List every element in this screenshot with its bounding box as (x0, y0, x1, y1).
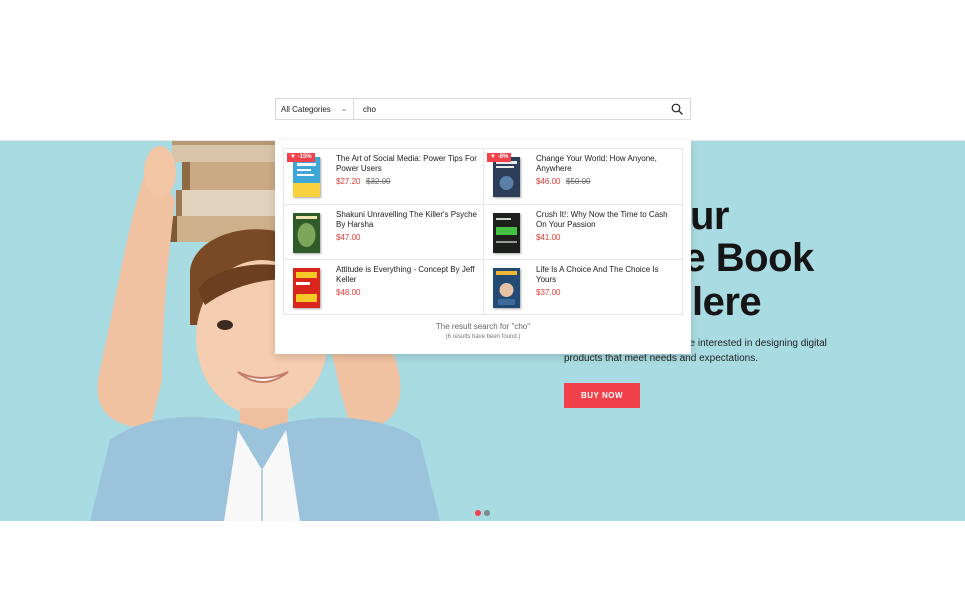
result-title: Attitude is Everything - Concept By Jeff… (336, 265, 475, 284)
search-icon (671, 103, 683, 115)
book-cover-image (493, 213, 520, 253)
buy-now-button[interactable]: BUY NOW (564, 383, 640, 408)
hero-title-line-3: lere (692, 280, 762, 324)
results-grid: ▼ -15% The Art of Social Media: Power Ti… (283, 148, 683, 315)
result-price: $41.00 (536, 233, 561, 242)
book-stack-image (170, 140, 290, 242)
slider-dot[interactable] (484, 510, 490, 516)
results-count: (6 results have been found.) (445, 334, 521, 340)
result-item[interactable]: ▼ -15% The Art of Social Media: Power Ti… (284, 149, 484, 205)
result-price: $47.00 (336, 233, 361, 242)
category-select-value: All Categories (281, 104, 331, 114)
slider-dots (475, 510, 490, 516)
result-old-price: $32.00 (366, 177, 391, 186)
result-item[interactable]: ▼ -8% Change Your World: How Anyone, Any… (484, 149, 683, 205)
book-cover-image (493, 268, 520, 308)
discount-tag-icon: ▼ (490, 154, 498, 160)
search-button[interactable] (664, 99, 690, 119)
discount-badge-text: -15% (297, 154, 312, 160)
hero-title-line-1: ur (690, 194, 730, 238)
result-price: $37.00 (536, 288, 561, 297)
book-cover-image (293, 268, 320, 308)
result-title: Shakuni Unravelling The Killer's Psyche … (336, 210, 478, 229)
result-price: $48.00 (336, 288, 361, 297)
result-item[interactable]: Attitude is Everything - Concept By Jeff… (284, 260, 484, 315)
result-item[interactable]: Life Is A Choice And The Choice Is Yours… (484, 260, 683, 315)
page: ur ite Book lere ne interested in design… (0, 0, 965, 600)
search-input[interactable] (354, 99, 664, 119)
category-select[interactable]: All Categories ⌄ (276, 99, 354, 119)
search-results-dropdown: ▼ -15% The Art of Social Media: Power Ti… (275, 140, 691, 354)
search-bar: All Categories ⌄ (275, 98, 691, 120)
discount-badge: ▼ -15% (287, 153, 315, 162)
result-item[interactable]: Crush It!: Why Now the Time to Cash On Y… (484, 205, 683, 260)
result-old-price: $50.00 (566, 177, 591, 186)
discount-badge: ▼ -8% (487, 153, 512, 162)
discount-badge-text: -8% (497, 154, 509, 160)
result-title: Crush It!: Why Now the Time to Cash On Y… (536, 210, 668, 229)
discount-tag-icon: ▼ (290, 154, 298, 160)
slider-dot[interactable] (475, 510, 481, 516)
book-cover-image (493, 157, 520, 197)
book-cover-image (293, 213, 320, 253)
result-price: $27.20 (336, 177, 361, 186)
result-title: Change Your World: How Anyone, Anywhere (536, 154, 657, 173)
result-item[interactable]: Shakuni Unravelling The Killer's Psyche … (284, 205, 484, 260)
result-title: The Art of Social Media: Power Tips For … (336, 154, 477, 173)
results-summary: The result search for "cho" (435, 322, 531, 331)
result-price: $46.00 (536, 177, 561, 186)
result-title: Life Is A Choice And The Choice Is Yours (536, 265, 659, 284)
book-cover-image (293, 157, 320, 197)
chevron-down-icon: ⌄ (341, 106, 347, 113)
